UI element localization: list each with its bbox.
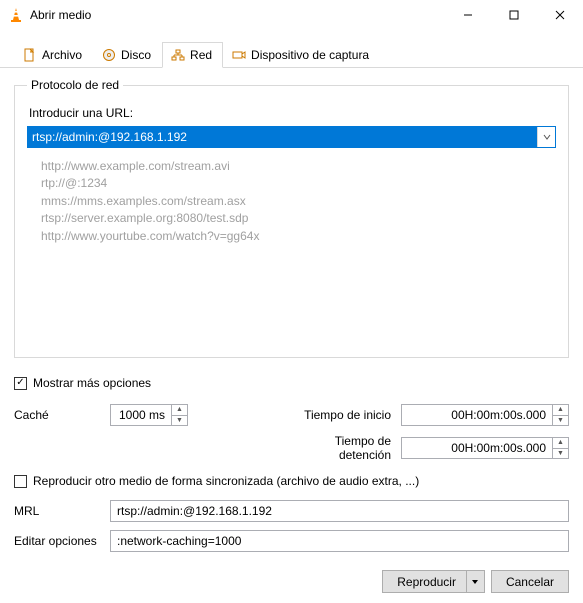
tab-disc[interactable]: Disco: [93, 42, 162, 68]
edit-options-label: Editar opciones: [14, 534, 100, 548]
spin-up-icon[interactable]: ▲: [552, 405, 568, 416]
cancel-button-label: Cancelar: [506, 575, 554, 589]
start-time-input[interactable]: [402, 408, 552, 422]
url-input[interactable]: [28, 127, 537, 147]
tab-network[interactable]: Red: [162, 42, 223, 68]
stop-time-spinner[interactable]: ▲▼: [401, 437, 569, 459]
spin-down-icon[interactable]: ▼: [171, 416, 187, 426]
tab-bar: Archivo Disco Red Dispositivo de captura: [0, 30, 583, 68]
url-label: Introducir una URL:: [29, 106, 556, 120]
maximize-button[interactable]: [491, 0, 537, 30]
protocol-fieldset: Protocolo de red Introducir una URL: htt…: [14, 78, 569, 358]
start-time-label: Tiempo de inicio: [281, 408, 391, 422]
tab-capture-label: Dispositivo de captura: [251, 48, 369, 62]
vlc-cone-icon: [8, 7, 24, 23]
example-line: rtp://@:1234: [41, 175, 556, 192]
file-icon: [23, 48, 37, 62]
cancel-button[interactable]: Cancelar: [491, 570, 569, 593]
mrl-label: MRL: [14, 504, 100, 518]
play-button-label: Reproducir: [397, 575, 456, 589]
protocol-legend: Protocolo de red: [27, 78, 123, 92]
show-more-checkbox[interactable]: [14, 377, 27, 390]
stop-time-input[interactable]: [402, 441, 552, 455]
url-examples: http://www.example.com/stream.avi rtp://…: [41, 158, 556, 245]
url-dropdown-button[interactable]: [537, 127, 555, 147]
network-pane: Protocolo de red Introducir una URL: htt…: [0, 68, 583, 370]
spin-up-icon[interactable]: ▲: [171, 405, 187, 416]
tab-capture[interactable]: Dispositivo de captura: [223, 42, 380, 68]
play-dropdown-icon[interactable]: [466, 571, 484, 592]
sync-checkbox[interactable]: [14, 475, 27, 488]
show-more-label: Mostrar más opciones: [33, 376, 151, 390]
capture-icon: [232, 48, 246, 62]
edit-options-input[interactable]: [110, 530, 569, 552]
tab-disc-label: Disco: [121, 48, 151, 62]
spin-down-icon[interactable]: ▼: [552, 449, 568, 459]
cache-label: Caché: [14, 408, 100, 422]
cache-input[interactable]: [111, 408, 171, 422]
example-line: rtsp://server.example.org:8080/test.sdp: [41, 210, 556, 227]
url-combobox[interactable]: [27, 126, 556, 148]
tab-network-label: Red: [190, 48, 212, 62]
titlebar: Abrir medio: [0, 0, 583, 30]
network-icon: [171, 48, 185, 62]
tab-file-label: Archivo: [42, 48, 82, 62]
disc-icon: [102, 48, 116, 62]
spin-down-icon[interactable]: ▼: [552, 416, 568, 426]
example-line: http://www.yourtube.com/watch?v=gg64x: [41, 228, 556, 245]
sync-label: Reproducir otro medio de forma sincroniz…: [33, 474, 419, 488]
minimize-button[interactable]: [445, 0, 491, 30]
dialog-footer: Reproducir Cancelar: [0, 560, 583, 603]
stop-time-label: Tiempo de detención: [281, 434, 391, 462]
example-line: http://www.example.com/stream.avi: [41, 158, 556, 175]
advanced-options: Caché ▲▼ Tiempo de inicio ▲▼ Tiempo de d…: [0, 398, 583, 462]
mrl-input[interactable]: [110, 500, 569, 522]
show-more-row[interactable]: Mostrar más opciones: [0, 370, 583, 398]
cache-spinner[interactable]: ▲▼: [110, 404, 188, 426]
window-title: Abrir medio: [30, 8, 445, 22]
tab-file[interactable]: Archivo: [14, 42, 93, 68]
close-button[interactable]: [537, 0, 583, 30]
spin-up-icon[interactable]: ▲: [552, 438, 568, 449]
example-line: mms://mms.examples.com/stream.asx: [41, 193, 556, 210]
play-button[interactable]: Reproducir: [382, 570, 485, 593]
sync-row[interactable]: Reproducir otro medio de forma sincroniz…: [0, 470, 583, 498]
start-time-spinner[interactable]: ▲▼: [401, 404, 569, 426]
